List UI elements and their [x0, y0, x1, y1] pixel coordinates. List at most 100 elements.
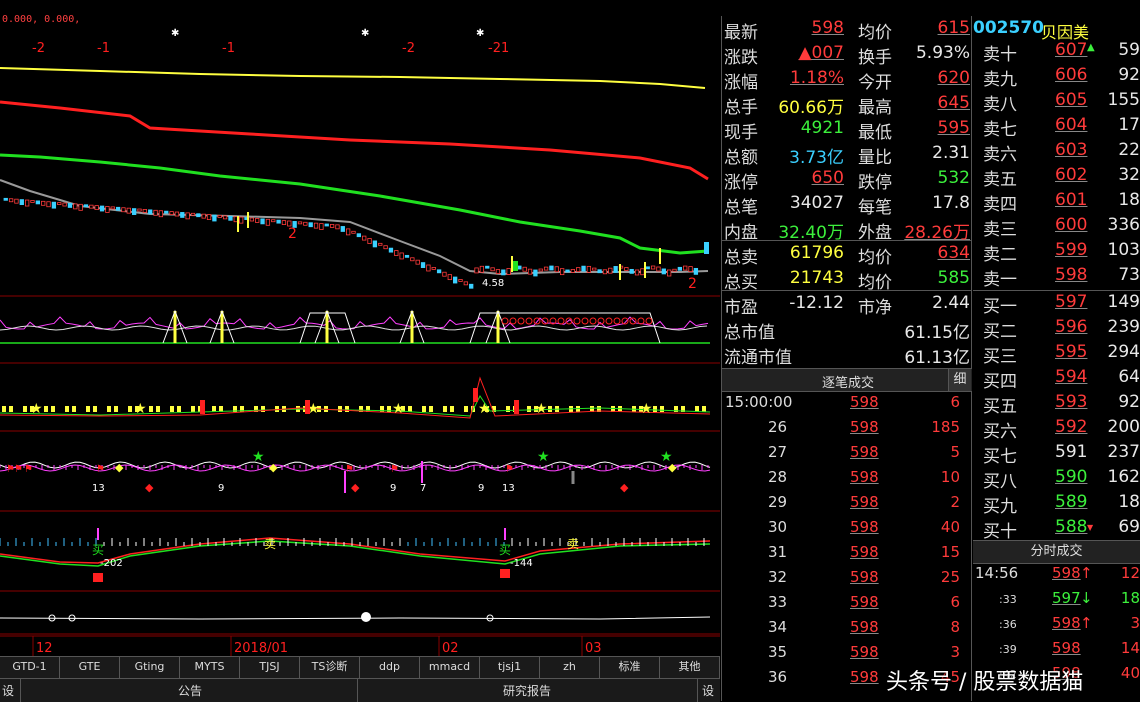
orderbook-row[interactable]: 卖五 602 32 [973, 165, 1140, 190]
trade-price: 598 [850, 493, 879, 511]
candle [356, 233, 362, 238]
trade-volume: 25 [940, 568, 960, 586]
quote-row: 总卖 61796 均价 634 [722, 243, 972, 268]
orderbook-row[interactable]: 卖十 607 59 [973, 40, 1140, 65]
orderbook-price: 605 [1055, 90, 1088, 110]
candle [410, 257, 415, 262]
signal-bar [170, 406, 174, 412]
candle [297, 221, 303, 225]
candle [62, 202, 67, 207]
kline-chart-svg[interactable]: -2 -1 -1 -2 -21✱ ✱ ✱4.5822★ ★ ★ ★ ★ ★ ★◆ ◆ ◆◆ ◆ ◆★ ★ ★13 9 9… [0, 16, 720, 656]
orderbook-row[interactable]: 买四 594 64 [973, 367, 1140, 392]
top-strip [0, 0, 1140, 16]
settings-left-button[interactable]: 设 [2, 682, 14, 699]
trades-list: 15:00:00 598 6 26 598 185 27 598 5 28 598 10 29 598 2 3… [722, 392, 972, 701]
tab-8[interactable]: tjsj1 [480, 657, 540, 678]
orderbook-row[interactable]: 卖一 598 73 [973, 265, 1140, 290]
orderbook-volume: 155 [1107, 90, 1140, 110]
signal-bar [506, 406, 510, 412]
candle [565, 269, 570, 273]
tab-11[interactable]: 其他 [660, 657, 720, 678]
orderbook-row[interactable]: 买六 592 200 [973, 417, 1140, 442]
orderbook-row[interactable]: 买一 597 149 [973, 292, 1140, 317]
signal-bar [422, 406, 426, 412]
orderbook-row[interactable]: 卖六 603 22 [973, 140, 1140, 165]
trade-row: 27 598 5 [722, 443, 972, 468]
tab-1[interactable]: GTE [60, 657, 120, 678]
signal-bar [450, 406, 454, 412]
bottom-bar: 设 公告 研究报告 设 [0, 678, 720, 702]
quote-label: 现手 [724, 123, 758, 143]
tab-6[interactable]: ddp [360, 657, 420, 678]
signal-bar [163, 406, 167, 412]
osc-number-label: 7 [420, 483, 426, 494]
signal-bar [709, 406, 713, 412]
tab-0[interactable]: GTD-1 [0, 657, 60, 678]
orderbook-row[interactable]: 买八 590 162 [973, 467, 1140, 492]
orderbook-row[interactable]: 买十 588 69 [973, 517, 1140, 542]
tab-7[interactable]: mmacd [420, 657, 480, 678]
orderbook-volume: 336 [1107, 215, 1140, 235]
settings-right-button[interactable]: 设 [702, 682, 714, 699]
signal-bar [660, 406, 664, 412]
quote-value: 61796 [789, 243, 844, 263]
candle [613, 266, 618, 273]
candle [78, 203, 83, 211]
orderbook-row[interactable]: 卖三 600 336 [973, 215, 1140, 240]
ma-yellow-line [0, 67, 706, 89]
orderbook-row[interactable]: 买五 593 92 [973, 392, 1140, 417]
trades-detail-button[interactable]: 细 [948, 369, 971, 391]
orderbook-row[interactable]: 买三 595 294 [973, 342, 1140, 367]
tab-4[interactable]: TJSJ [240, 657, 300, 678]
tab-2[interactable]: Gting [120, 657, 180, 678]
candle [185, 212, 190, 220]
orderbook-label: 买四 [983, 372, 1017, 392]
orderbook-row[interactable]: 卖四 601 18 [973, 190, 1140, 215]
quote-value: 595 [937, 118, 970, 138]
trade-time: 15:00:00 [725, 393, 793, 411]
orderbook-row[interactable]: 买九 589 18 [973, 492, 1140, 517]
orderbook-row[interactable]: 卖八 605 155 [973, 90, 1140, 115]
candle [469, 283, 474, 289]
tab-3[interactable]: MYTS [180, 657, 240, 678]
tick-direction-icon: ↑ [1080, 564, 1093, 582]
notice-tab[interactable]: 公告 [178, 682, 202, 699]
orderbook-row[interactable]: 买二 596 239 [973, 317, 1140, 342]
candle [404, 254, 410, 258]
tick-price: 598 [1052, 639, 1081, 657]
kline-chart-area[interactable]: -2 -1 -1 -2 -21 ✱ ✱ ✱ 4.58 2 2 ★ ★ ★ ★ ★ ★ ★ ◆ ◆ ◆ ◆ ◆ ◆ ★ ★ ★ 13 9 9… [0, 16, 720, 656]
quote-value: 61.13亿 [904, 348, 970, 368]
trade-price: 598 [850, 443, 879, 461]
orderbook-row[interactable]: 卖七 604 17 [973, 115, 1140, 140]
candle [319, 223, 324, 230]
candle [549, 265, 554, 271]
osc-white-line [0, 325, 708, 331]
orderbook-volume: 64 [1118, 367, 1140, 387]
tab-9[interactable]: zh [540, 657, 600, 678]
quote-value: 21743 [789, 268, 844, 288]
research-report-tab[interactable]: 研究报告 [503, 682, 551, 699]
signal-bar [205, 406, 209, 412]
quote-label: 流通市值 [724, 348, 792, 368]
quote-panel: 最新 598 均价 615 涨跌 ▲007 换手 5.93% 涨幅 1.18% 今开 620 总手 60.… [722, 16, 972, 368]
candle [576, 267, 581, 273]
signal-bar [121, 406, 125, 412]
orderbook-row[interactable]: 卖二 599 103 [973, 240, 1140, 265]
quote-value: 650 [811, 168, 844, 188]
candle [206, 214, 212, 220]
orderbook-label: 买六 [983, 422, 1017, 442]
orderbook-label: 买八 [983, 472, 1017, 492]
orderbook-row[interactable]: 买七 591 237 [973, 442, 1140, 467]
orderbook-row[interactable]: 卖九 606 92 [973, 65, 1140, 90]
signal-bar [473, 388, 478, 402]
ma-gray-line [0, 179, 709, 276]
candle [115, 206, 121, 211]
star-icon: ★ [392, 401, 405, 417]
wave-label: 2 [288, 226, 297, 242]
circle-marker [573, 317, 581, 325]
tab-5[interactable]: TS诊断 [300, 657, 360, 678]
tab-10[interactable]: 标准 [600, 657, 660, 678]
candle [153, 209, 158, 216]
diamond-icon: ◆ [115, 461, 124, 474]
candle [474, 267, 479, 274]
